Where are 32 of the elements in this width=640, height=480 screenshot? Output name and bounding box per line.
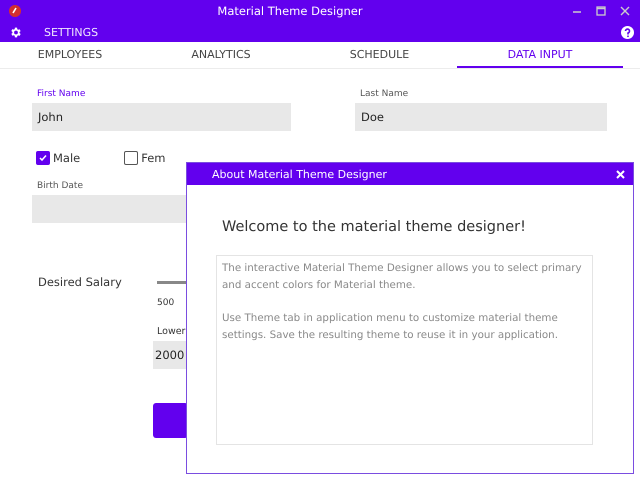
window-title: Material Theme Designer bbox=[216, 4, 364, 18]
text-field[interactable]: 2000 bbox=[153, 341, 188, 369]
text-area[interactable] bbox=[216, 255, 593, 445]
settings-icon[interactable] bbox=[9, 26, 22, 38]
help-icon[interactable] bbox=[621, 26, 634, 38]
checkbox[interactable] bbox=[36, 151, 50, 165]
submit-button[interactable] bbox=[153, 403, 188, 438]
paragraph: The interactive Material Theme Designer allows you to select primary and accent colors for Material theme. bbox=[222, 261, 583, 293]
dialog-heading: Welcome to the material theme designer! bbox=[222, 219, 527, 235]
checkbox-label: Fem bbox=[141, 151, 166, 165]
app-logo-icon bbox=[9, 5, 21, 17]
field-label: First Name bbox=[37, 89, 86, 99]
slider-track[interactable] bbox=[157, 281, 187, 284]
salary-label: Desired Salary bbox=[38, 275, 123, 291]
paragraph: Use Theme tab in application menu to customize material theme settings. Save the resulting theme to reuse it in your application. bbox=[222, 311, 559, 343]
tab[interactable]: ANALYTICS bbox=[140, 42, 302, 68]
text-field[interactable]: Doe bbox=[355, 103, 607, 131]
field-label: Last Name bbox=[360, 89, 410, 99]
close-icon[interactable] bbox=[620, 6, 630, 16]
slider-min-label: 500 bbox=[157, 298, 176, 308]
field-label: Birth Date bbox=[37, 181, 84, 191]
checkbox-label: Male bbox=[53, 151, 80, 165]
tab[interactable]: SCHEDULE bbox=[302, 42, 457, 68]
field-label: Lower bbox=[157, 326, 186, 337]
tab[interactable]: EMPLOYEES bbox=[0, 42, 140, 68]
maximize-icon[interactable] bbox=[596, 6, 606, 16]
tab[interactable]: DATA INPUT bbox=[457, 42, 623, 68]
dialog-title: About Material Theme Designer bbox=[212, 168, 387, 180]
date-field[interactable] bbox=[32, 195, 186, 223]
text-field[interactable]: John bbox=[32, 103, 291, 131]
check-icon bbox=[39, 154, 47, 162]
checkbox[interactable] bbox=[124, 151, 138, 165]
